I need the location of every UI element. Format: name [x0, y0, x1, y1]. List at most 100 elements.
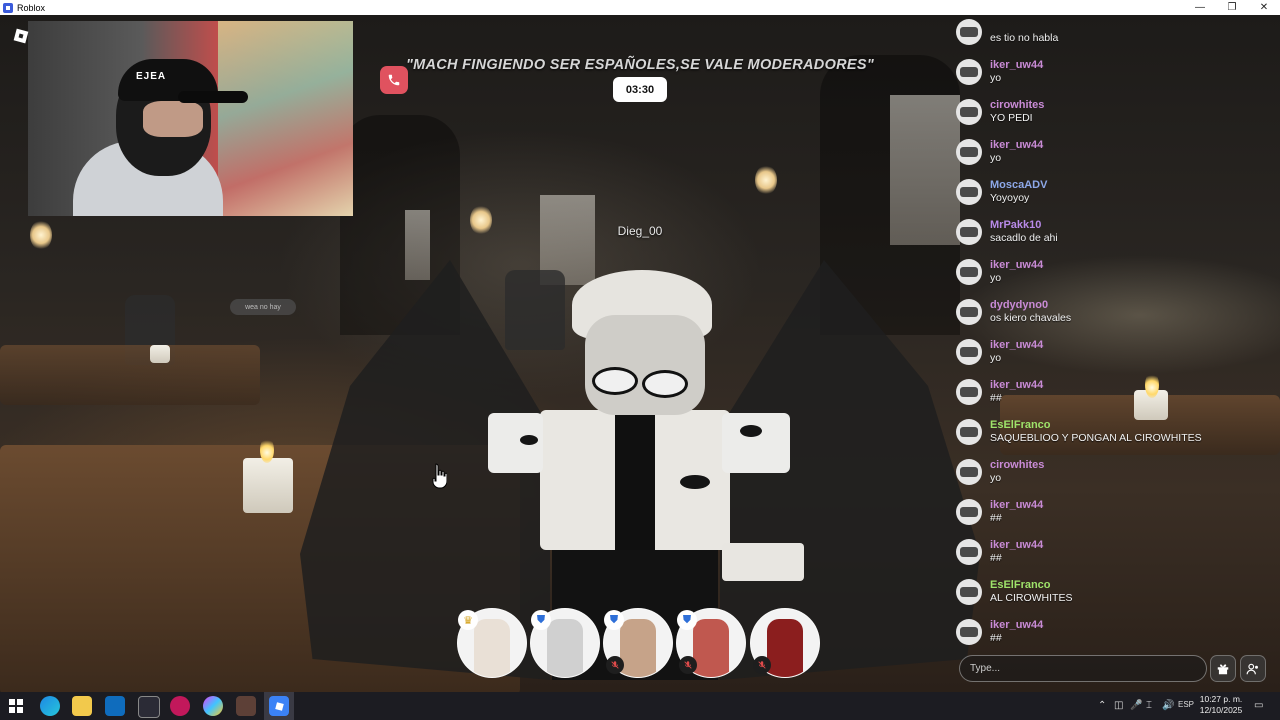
- language-indicator[interactable]: ESP: [1178, 700, 1194, 709]
- edge-browser-icon[interactable]: [40, 696, 60, 716]
- shield-icon: ⛊: [531, 610, 551, 630]
- roblox-taskbar-icon[interactable]: [269, 696, 289, 716]
- anime-poster: [218, 21, 353, 216]
- chat-message: MrPakk10 sacadlo de ahi: [956, 217, 1276, 249]
- chat-message: dydydyno0 os kiero chavales: [956, 297, 1276, 329]
- chat-username[interactable]: iker_uw44: [990, 59, 1043, 71]
- user-avatar[interactable]: [956, 579, 982, 605]
- chat-text: yo: [990, 72, 1002, 84]
- user-settings-icon[interactable]: [1240, 655, 1266, 682]
- chat-message: cirowhites YO PEDI: [956, 97, 1276, 129]
- user-avatar[interactable]: [956, 19, 982, 45]
- user-avatar[interactable]: [956, 619, 982, 645]
- user-avatar[interactable]: [956, 179, 982, 205]
- wifi-icon[interactable]: ⌶: [1146, 700, 1152, 711]
- file-explorer-icon[interactable]: [72, 696, 92, 716]
- wall-lamp: [30, 220, 52, 250]
- windows-taskbar: [0, 692, 1280, 720]
- chat-text: ##: [990, 512, 1002, 524]
- player-nametag: Dieg_00: [617, 224, 663, 238]
- chat-username[interactable]: MrPakk10: [990, 219, 1041, 231]
- paint-splat: [680, 475, 710, 489]
- chat-text: YO PEDI: [990, 112, 1033, 124]
- chat-username[interactable]: dydydyno0: [990, 299, 1048, 311]
- network-icon[interactable]: ◫: [1114, 700, 1123, 711]
- store-icon[interactable]: [138, 696, 160, 718]
- gift-icon[interactable]: [1210, 655, 1236, 682]
- user-avatar[interactable]: [956, 379, 982, 405]
- window-title: Roblox: [17, 2, 46, 13]
- user-avatar[interactable]: [956, 339, 982, 365]
- crown-icon: ♛: [458, 610, 478, 630]
- participant-figure: [547, 619, 583, 677]
- chat-message: iker_uw44 ##: [956, 377, 1276, 409]
- shield-icon: ⛊: [677, 610, 697, 630]
- avatar-shirt: [615, 410, 655, 550]
- phone-icon[interactable]: [380, 66, 408, 94]
- chat-text: ##: [990, 552, 1002, 564]
- paint-splat: [740, 425, 762, 437]
- chat-text: AL CIROWHITES: [990, 592, 1073, 604]
- user-avatar[interactable]: [956, 499, 982, 525]
- avatar-eye: [642, 370, 688, 398]
- background-window: [405, 210, 430, 280]
- participant-figure: [767, 619, 803, 677]
- user-avatar[interactable]: [956, 299, 982, 325]
- window-titlebar: Roblox — ❐ ✕: [0, 0, 1280, 15]
- microphone-icon[interactable]: 🎤: [1130, 700, 1142, 711]
- user-avatar[interactable]: [956, 419, 982, 445]
- muted-mic-icon: [606, 656, 624, 674]
- opera-icon[interactable]: [170, 696, 190, 716]
- chat-username[interactable]: EsElFranco: [990, 579, 1051, 591]
- chat-username[interactable]: iker_uw44: [990, 619, 1043, 631]
- minimize-button[interactable]: —: [1184, 0, 1216, 15]
- chat-text: os kiero chavales: [990, 312, 1072, 324]
- hand-cursor-icon: [431, 463, 448, 494]
- chat-text: yo: [990, 472, 1002, 484]
- chat-message: EsElFranco SAQUEBLIOO Y PONGAN AL CIROWHI…: [956, 417, 1276, 449]
- user-avatar[interactable]: [956, 59, 982, 85]
- windows-start-icon[interactable]: [6, 696, 26, 716]
- muted-mic-icon: [679, 656, 697, 674]
- speaker-icon[interactable]: 🔊: [1162, 700, 1174, 711]
- chat-username[interactable]: iker_uw44: [990, 499, 1043, 511]
- user-avatar[interactable]: [956, 219, 982, 245]
- background-table: [0, 345, 260, 405]
- chat-username[interactable]: iker_uw44: [990, 539, 1043, 551]
- voice-room-topic: "MACH FINGIENDO SER ESPAÑOLES,SE VALE MO…: [405, 57, 875, 73]
- shield-icon: ⛊: [604, 610, 624, 630]
- chat-username[interactable]: MoscaADV: [990, 179, 1047, 191]
- chat-text: sacadlo de ahi: [990, 232, 1058, 244]
- chat-username[interactable]: EsElFranco: [990, 419, 1051, 431]
- chat-username[interactable]: cirowhites: [990, 99, 1044, 111]
- user-avatar[interactable]: [956, 139, 982, 165]
- user-avatar[interactable]: [956, 259, 982, 285]
- chat-username[interactable]: cirowhites: [990, 459, 1044, 471]
- chat-username[interactable]: iker_uw44: [990, 139, 1043, 151]
- avatar-eye: [592, 367, 638, 395]
- chat-text: yo: [990, 352, 1002, 364]
- restore-button[interactable]: ❐: [1216, 0, 1248, 15]
- chat-input[interactable]: Type...: [959, 655, 1207, 682]
- chat-message: iker_uw44 ##: [956, 497, 1276, 529]
- outlook-icon[interactable]: [105, 696, 125, 716]
- user-avatar[interactable]: [956, 459, 982, 485]
- chat-text: yo: [990, 272, 1002, 284]
- chevron-up-icon[interactable]: ⌃: [1098, 700, 1106, 711]
- candle: [150, 345, 170, 363]
- chat-username[interactable]: iker_uw44: [990, 259, 1043, 271]
- chat-text: yo: [990, 152, 1002, 164]
- user-avatar[interactable]: [956, 99, 982, 125]
- chat-text: ##: [990, 632, 1002, 644]
- clock-date: 12/10/2025: [1199, 705, 1243, 715]
- muted-mic-icon: [753, 656, 771, 674]
- copilot-icon[interactable]: [203, 696, 223, 716]
- notifications-icon[interactable]: ▭: [1254, 700, 1263, 711]
- close-button[interactable]: ✕: [1248, 0, 1280, 15]
- chat-message: iker_uw44 yo: [956, 257, 1276, 289]
- taskbar-clock[interactable]: 10:27 p. m. 12/10/2025: [1198, 694, 1244, 716]
- app-icon[interactable]: [236, 696, 256, 716]
- chat-username[interactable]: iker_uw44: [990, 339, 1043, 351]
- chat-username[interactable]: iker_uw44: [990, 379, 1043, 391]
- user-avatar[interactable]: [956, 539, 982, 565]
